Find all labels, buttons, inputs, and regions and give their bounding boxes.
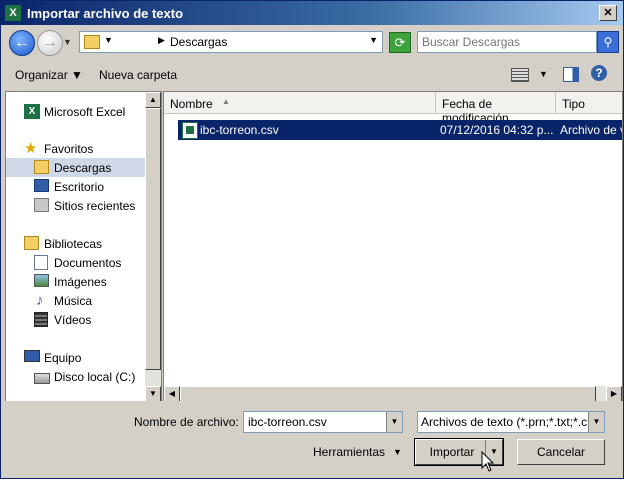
address-field[interactable]: ▼ ▶ Descargas ▼	[79, 31, 383, 53]
recent-places-icon	[34, 198, 49, 212]
help-icon[interactable]: ?	[591, 65, 607, 81]
search-input[interactable]	[422, 35, 592, 49]
sidebar-item-label: Escritorio	[54, 180, 105, 194]
filetype-select[interactable]: Archivos de texto (*.prn;*.txt;*.c ▼	[417, 411, 605, 433]
search-icon[interactable]: ⚲	[597, 31, 619, 53]
close-button[interactable]: ✕	[599, 5, 617, 21]
column-name-label: Nombre	[170, 97, 213, 111]
back-button[interactable]: ←	[9, 30, 35, 56]
address-bar: ← → ▼ ▼ ▶ Descargas ▼ ⟳ ⚲	[1, 25, 623, 59]
sidebar-item-computer[interactable]: Equipo	[6, 348, 146, 367]
sidebar-item-label: Documentos	[54, 256, 122, 270]
view-options-icon[interactable]	[511, 68, 529, 82]
tools-menu[interactable]: Herramientas	[313, 445, 385, 459]
sidebar-item-images[interactable]: Imágenes	[6, 272, 146, 291]
sidebar-item-excel[interactable]: X Microsoft Excel	[6, 102, 146, 121]
csv-file-icon	[182, 122, 198, 139]
scroll-down-icon[interactable]: ▼	[145, 386, 161, 402]
breadcrumb-descargas[interactable]: Descargas	[170, 35, 227, 49]
sidebar-item-label: Disco local (C:)	[54, 370, 136, 384]
documents-icon	[34, 255, 48, 270]
filename-combo[interactable]: ▼	[243, 411, 403, 433]
sidebar-item-label: Música	[54, 294, 93, 308]
table-row[interactable]: ibc-torreon.csv 07/12/2016 04:32 p... Ar…	[178, 120, 622, 140]
sidebar-item-label: Imágenes	[54, 275, 107, 289]
refresh-button[interactable]: ⟳	[389, 32, 411, 53]
history-dropdown-icon[interactable]: ▼	[63, 37, 72, 47]
excel-icon: X	[24, 104, 40, 119]
chevron-down-icon[interactable]: ▼	[104, 35, 113, 45]
scroll-thumb[interactable]	[180, 386, 596, 402]
excel-icon: X	[5, 5, 21, 21]
window-title: Importar archivo de texto	[27, 6, 184, 21]
sidebar-item-desktop[interactable]: Escritorio	[6, 177, 146, 196]
libraries-icon	[24, 236, 39, 250]
sidebar-item-libraries[interactable]: Bibliotecas	[6, 234, 146, 253]
star-icon: ★	[24, 140, 38, 157]
command-toolbar: Organizar ▼ Nueva carpeta ▼ ?	[1, 59, 623, 91]
preview-pane-icon[interactable]	[563, 67, 579, 82]
chevron-down-icon[interactable]: ▼	[386, 412, 402, 432]
sort-ascending-icon: ▲	[222, 97, 230, 106]
title-bar: X Importar archivo de texto ✕	[1, 1, 623, 25]
desktop-icon	[34, 179, 49, 192]
sidebar-item-downloads[interactable]: Descargas	[6, 158, 146, 177]
file-dialog: X Importar archivo de texto ✕ ← → ▼ ▼ ▶ …	[0, 0, 624, 479]
column-type-label: Tipo	[562, 97, 585, 111]
file-list: Nombre ▲ Fecha de modificación Tipo ibc-…	[163, 91, 623, 403]
forward-button[interactable]: →	[37, 30, 63, 56]
navigation-pane: X Microsoft Excel ★ Favoritos Descargas …	[5, 91, 146, 403]
sidebar-item-local-disk[interactable]: Disco local (C:)	[6, 367, 146, 386]
dialog-footer: Nombre de archivo: ▼ Archivos de texto (…	[1, 401, 623, 478]
chevron-down-icon[interactable]: ▼	[588, 412, 604, 432]
filename-input[interactable]	[248, 415, 378, 429]
images-icon	[34, 274, 49, 287]
sidebar-item-label: Microsoft Excel	[44, 105, 126, 119]
cancel-button[interactable]: Cancelar	[517, 439, 605, 465]
filetype-value: Archivos de texto (*.prn;*.txt;*.c	[421, 415, 588, 429]
scroll-right-icon[interactable]: ▶	[606, 386, 622, 402]
sidebar-item-music[interactable]: ♪ Música	[6, 291, 146, 310]
file-modified: 07/12/2016 04:32 p...	[440, 123, 554, 137]
organize-menu[interactable]: Organizar ▼	[15, 68, 83, 82]
local-disk-icon	[34, 373, 50, 384]
import-label: Importar	[429, 445, 475, 459]
sidebar-item-label: Bibliotecas	[44, 237, 103, 251]
scroll-up-icon[interactable]: ▲	[145, 92, 161, 108]
filename-label: Nombre de archivo:	[134, 415, 239, 429]
view-dropdown-icon[interactable]: ▼	[539, 69, 548, 79]
scroll-left-icon[interactable]: ◀	[164, 386, 180, 402]
tools-dropdown-icon[interactable]: ▼	[393, 447, 402, 457]
navigation-scrollbar[interactable]: ▲ ▼	[145, 91, 162, 403]
sidebar-item-label: Descargas	[54, 161, 112, 175]
sidebar-item-recent[interactable]: Sitios recientes	[6, 196, 146, 215]
sidebar-item-videos[interactable]: Vídeos	[6, 310, 146, 329]
file-list-scrollbar[interactable]: ◀ ▶	[164, 386, 622, 402]
music-icon: ♪	[36, 292, 44, 309]
organize-label: Organizar	[15, 68, 68, 82]
column-header-name[interactable]: Nombre ▲	[164, 92, 436, 114]
file-name: ibc-torreon.csv	[200, 123, 279, 137]
column-header-type[interactable]: Tipo	[556, 92, 622, 114]
new-folder-button[interactable]: Nueva carpeta	[99, 68, 177, 82]
downloads-folder-icon	[34, 160, 49, 174]
breadcrumb-separator-icon[interactable]: ▶	[158, 35, 165, 46]
address-dropdown-icon[interactable]: ▼	[369, 35, 378, 45]
sidebar-item-label: Favoritos	[44, 142, 94, 156]
sidebar-item-label: Sitios recientes	[54, 199, 136, 213]
scroll-thumb[interactable]	[145, 108, 161, 370]
downloads-folder-icon	[84, 35, 100, 49]
search-field[interactable]	[417, 31, 597, 53]
column-header-modified[interactable]: Fecha de modificación	[436, 92, 556, 125]
sidebar-item-label: Vídeos	[54, 313, 92, 327]
computer-icon	[24, 350, 40, 362]
file-type: Archivo de v	[560, 123, 622, 137]
sidebar-item-documents[interactable]: Documentos	[6, 253, 146, 272]
mouse-cursor-icon	[481, 451, 495, 472]
videos-icon	[34, 312, 48, 327]
sidebar-item-label: Equipo	[44, 351, 82, 365]
sidebar-item-favorites[interactable]: ★ Favoritos	[6, 139, 146, 158]
